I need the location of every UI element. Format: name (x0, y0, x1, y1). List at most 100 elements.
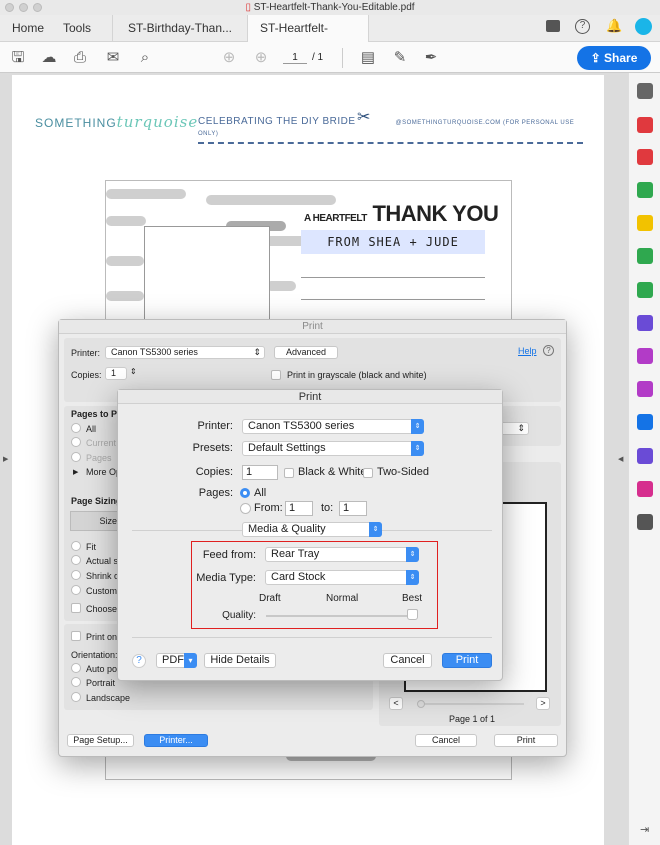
media-type-select[interactable]: Card Stock ⇕ (265, 570, 419, 585)
printer-label: Printer: (71, 348, 101, 358)
quality-slider-thumb[interactable] (407, 609, 418, 620)
custom-scale-radio[interactable] (71, 585, 81, 595)
printer-button[interactable]: Printer... (144, 734, 208, 747)
cancel-button[interactable]: Cancel (383, 653, 432, 668)
copies-stepper[interactable]: ⇕ (130, 367, 137, 376)
pages-range-radio[interactable] (71, 452, 81, 462)
export-pdf-icon[interactable] (637, 117, 653, 133)
copies-input[interactable]: 1 (105, 367, 127, 380)
fill-sign-icon[interactable] (637, 348, 653, 364)
choose-paper-checkbox[interactable] (71, 603, 81, 613)
copies-label: Copies: (195, 466, 233, 478)
next-page-button[interactable]: > (536, 697, 550, 710)
help-button[interactable]: ? (132, 654, 146, 668)
grayscale-checkbox[interactable] (271, 370, 281, 380)
page-number-input[interactable]: 1 (283, 52, 307, 64)
zoom-window-button[interactable] (33, 3, 42, 12)
printer-select[interactable]: Canon TS5300 series ⇕ (242, 419, 424, 434)
protect-icon[interactable] (637, 315, 653, 331)
create-pdf-icon[interactable] (637, 381, 653, 397)
prev-page-icon[interactable]: ⊕ (219, 48, 239, 68)
chat-icon[interactable] (546, 20, 560, 32)
chevron-updown-icon: ⇕ (253, 347, 261, 357)
two-sided-checkbox[interactable] (363, 468, 373, 478)
upload-icon[interactable]: ☁ (39, 48, 59, 68)
page-setup-button[interactable]: Page Setup... (67, 734, 134, 747)
black-white-checkbox[interactable] (284, 468, 294, 478)
quality-slider[interactable] (266, 609, 418, 620)
close-window-button[interactable] (5, 3, 14, 12)
pdf-menu-button[interactable]: PDF ▾ (156, 653, 197, 668)
page-slider[interactable] (417, 700, 524, 708)
disclosure-triangle-icon[interactable]: ▶ (73, 468, 78, 476)
help-icon[interactable]: ? (575, 19, 590, 34)
next-page-icon[interactable]: ⊕ (251, 48, 271, 68)
help-link[interactable]: Help (518, 346, 537, 356)
stamp-icon[interactable] (637, 481, 653, 497)
landscape-radio[interactable] (71, 692, 81, 702)
minimize-window-button[interactable] (19, 3, 28, 12)
print-button[interactable]: Print (494, 734, 558, 747)
avatar[interactable] (635, 18, 652, 35)
pages-from-radio[interactable] (240, 503, 251, 514)
pages-all-radio[interactable] (71, 423, 81, 433)
two-sided-label: Two-Sided (377, 466, 429, 478)
from-field[interactable]: FROM SHEA + JUDE (301, 230, 485, 254)
advanced-button[interactable]: Advanced (274, 346, 338, 359)
more-tools-icon[interactable] (637, 514, 653, 530)
feed-from-select[interactable]: Rear Tray ⇕ (265, 547, 419, 562)
comment-tool-icon[interactable] (637, 215, 653, 231)
dialog-title: Print (118, 390, 502, 404)
tab-tools[interactable]: Tools (51, 15, 103, 42)
actual-size-label: Actual si (86, 556, 121, 566)
send-for-signature-icon[interactable] (637, 448, 653, 464)
collapse-right-pane-icon[interactable]: ◀ (618, 455, 623, 463)
tab-document-active[interactable]: ST-Heartfelt-Than... × (247, 15, 369, 62)
sign-icon[interactable]: ✒ (421, 48, 441, 68)
organize-pages-icon[interactable] (637, 149, 653, 165)
cancel-button[interactable]: Cancel (415, 734, 477, 747)
from-input[interactable]: 1 (285, 501, 313, 516)
zoom-icon[interactable] (637, 83, 653, 99)
toolbar-divider (342, 48, 343, 68)
copies-input[interactable]: 1 (242, 465, 278, 480)
email-icon[interactable]: ✉ (103, 48, 123, 68)
shrink-radio[interactable] (71, 570, 81, 580)
zoom-search-icon[interactable]: ⌕ (135, 48, 155, 68)
more-options-label[interactable]: More Op (86, 467, 121, 477)
feed-from-label: Feed from: (202, 549, 256, 561)
to-label: to: (321, 502, 334, 514)
section-value: Media & Quality (248, 523, 326, 535)
pen-icon[interactable]: ✎ (390, 48, 410, 68)
print-button[interactable]: Print (442, 653, 492, 668)
to-input[interactable]: 1 (339, 501, 367, 516)
tab-home[interactable]: Home (0, 15, 56, 42)
share-button[interactable]: ⇪ Share (577, 46, 651, 70)
portrait-radio[interactable] (71, 677, 81, 687)
pages-all-radio[interactable] (240, 488, 250, 498)
auto-portrait-radio[interactable] (71, 663, 81, 673)
print-production-icon[interactable] (637, 282, 653, 298)
share-icon[interactable] (637, 414, 653, 430)
notification-bell-icon[interactable]: 🔔 (606, 18, 622, 34)
actual-size-radio[interactable] (71, 555, 81, 565)
print-icon[interactable]: ⎙ (70, 48, 90, 68)
comment-icon[interactable]: ▤ (358, 48, 378, 68)
printer-select[interactable]: Canon TS5300 series ⇕ (105, 346, 265, 359)
right-select[interactable]: ⇕ (499, 422, 529, 435)
collapse-panel-icon[interactable]: ⇥ (640, 823, 649, 836)
edit-pdf-icon[interactable] (637, 182, 653, 198)
fit-radio[interactable] (71, 541, 81, 551)
tab-document[interactable]: ST-Birthday-Than... (112, 15, 247, 42)
help-icon[interactable]: ? (543, 345, 554, 356)
print-both-sides-checkbox[interactable] (71, 631, 81, 641)
pages-current-radio[interactable] (71, 437, 81, 447)
section-select[interactable]: Media & Quality ⇕ (242, 522, 382, 537)
combine-files-icon[interactable] (637, 248, 653, 264)
hide-details-button[interactable]: Hide Details (204, 653, 276, 668)
printer-value: Canon TS5300 series (248, 420, 355, 432)
save-icon[interactable]: 🖫 (8, 48, 28, 68)
presets-select[interactable]: Default Settings ⇕ (242, 441, 424, 456)
prev-page-button[interactable]: < (389, 697, 403, 710)
expand-left-pane-icon[interactable]: ▶ (3, 455, 8, 463)
